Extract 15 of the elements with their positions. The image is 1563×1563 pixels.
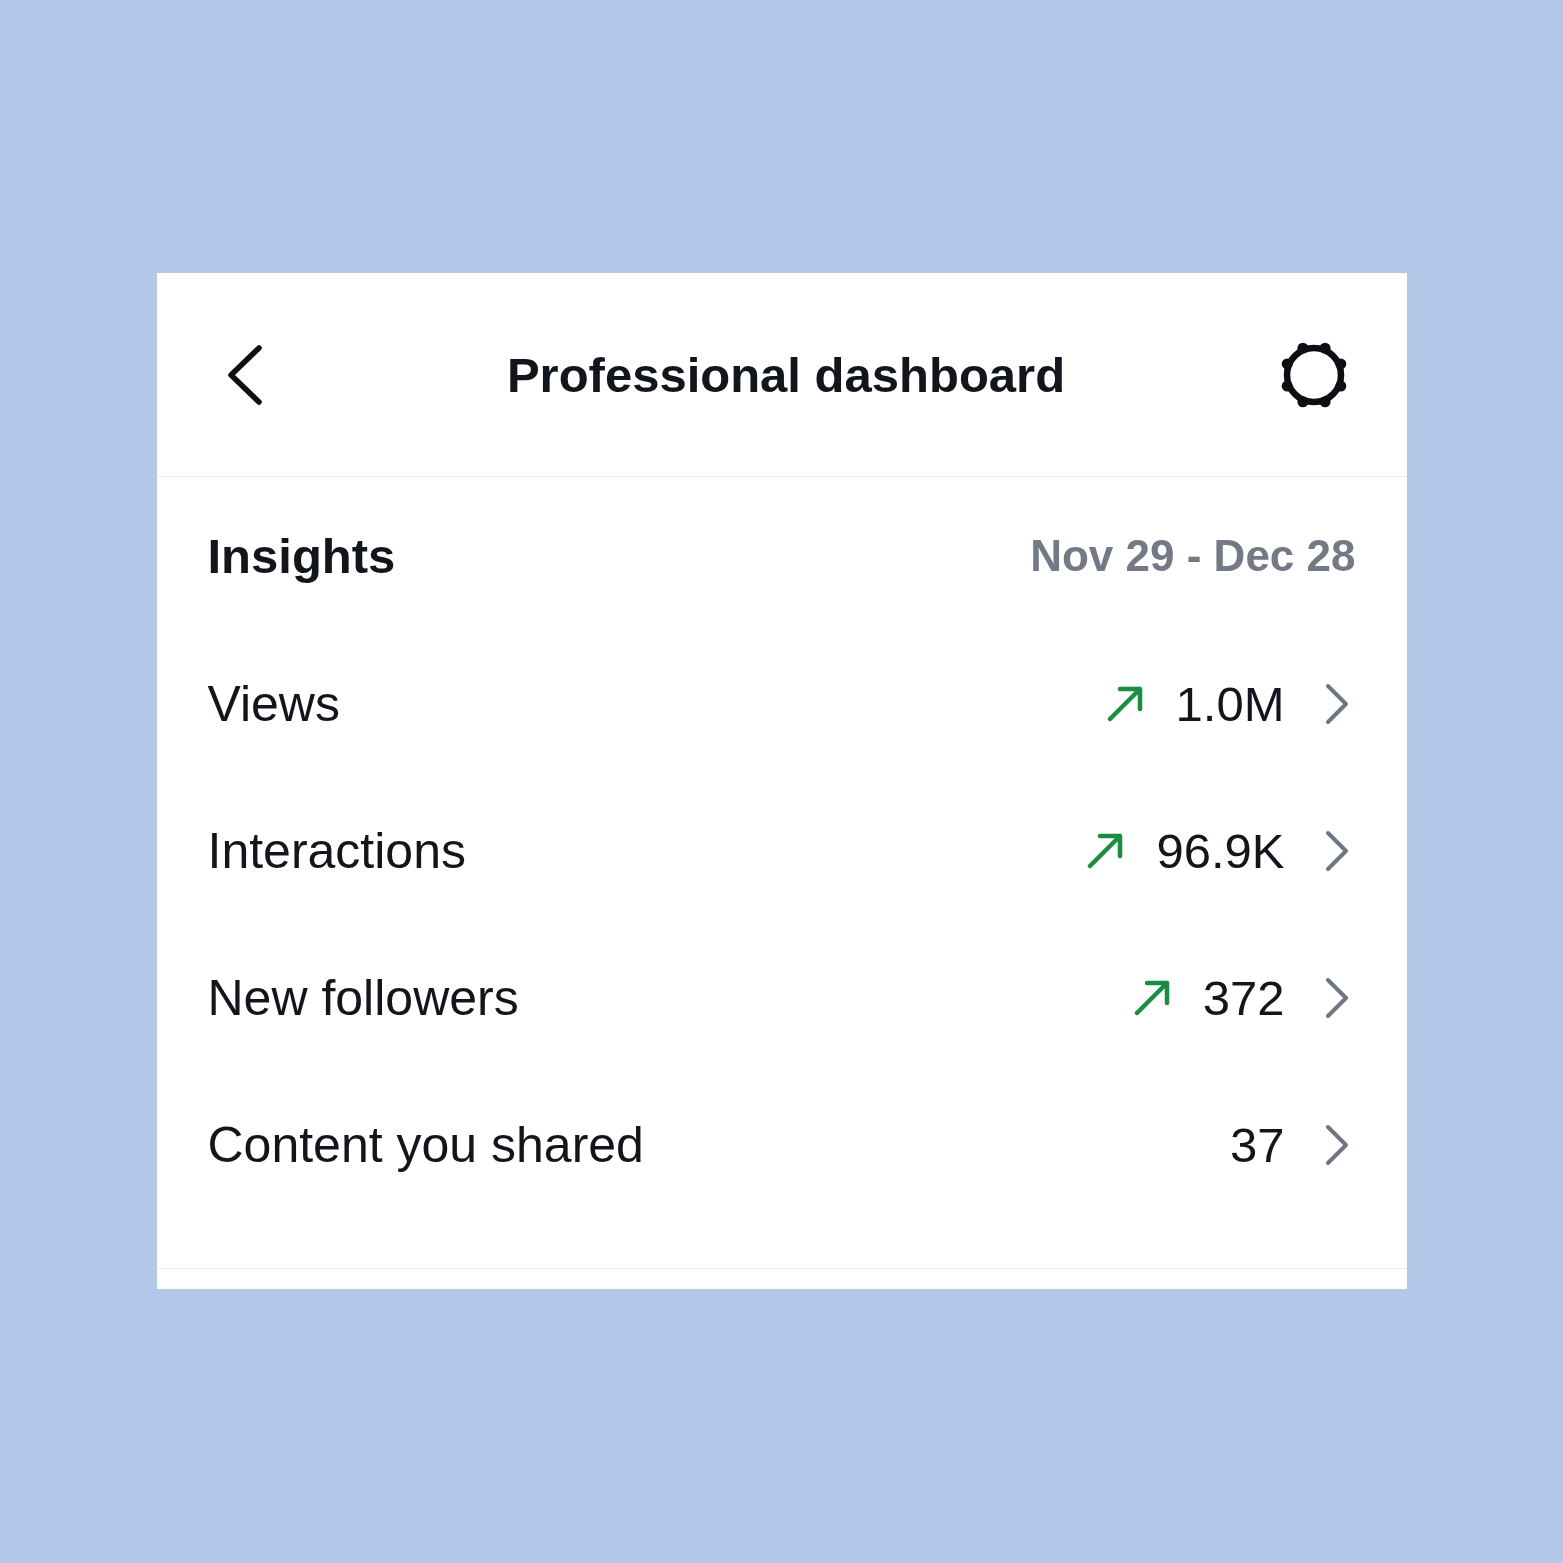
chevron-right-icon[interactable] bbox=[1324, 682, 1349, 725]
chevron-right-icon[interactable] bbox=[1324, 829, 1349, 872]
metric-value: 37 bbox=[1230, 1116, 1285, 1173]
page-title: Professional dashboard bbox=[506, 346, 1066, 403]
chevron-right-icon[interactable] bbox=[1324, 1123, 1349, 1166]
section-heading: Insights bbox=[207, 531, 396, 581]
chevron-right-icon[interactable] bbox=[1324, 976, 1349, 1019]
metric-label: Content you shared bbox=[207, 1115, 645, 1174]
metric-value: 372 bbox=[1202, 969, 1285, 1026]
metric-label: Views bbox=[207, 674, 341, 733]
metric-value: 1.0M bbox=[1175, 675, 1285, 732]
metric-value: 96.9K bbox=[1156, 822, 1285, 879]
date-range: Nov 29 - Dec 28 bbox=[1030, 531, 1356, 581]
metric-label: New followers bbox=[207, 968, 520, 1027]
metric-label: Interactions bbox=[207, 821, 467, 880]
